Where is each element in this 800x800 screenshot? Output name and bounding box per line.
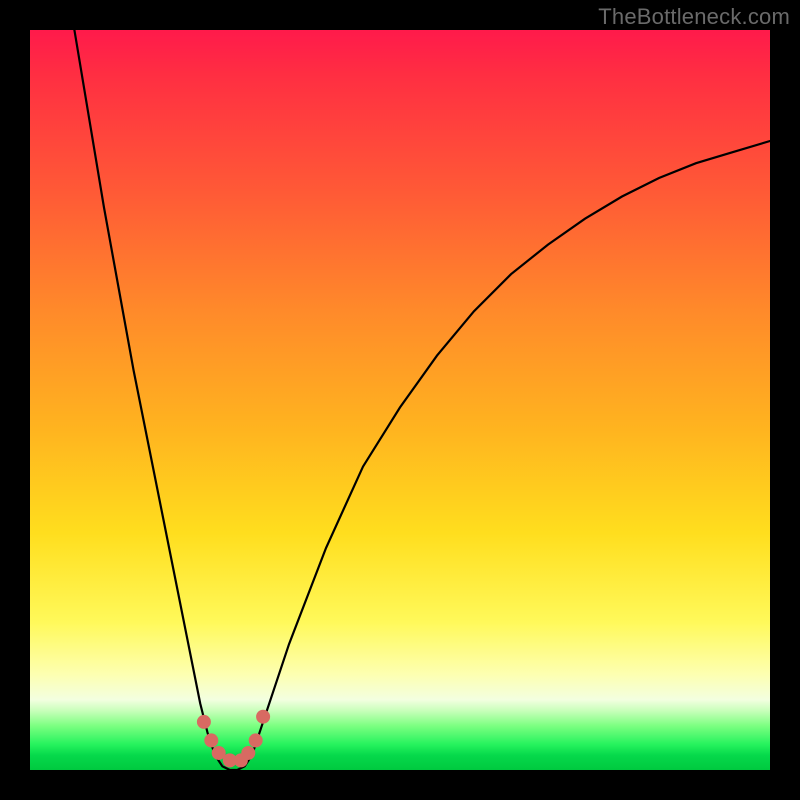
- curve-left-branch: [74, 30, 215, 755]
- plot-area: [30, 30, 770, 770]
- valley-markers: [197, 710, 270, 768]
- watermark-text: TheBottleneck.com: [598, 4, 790, 30]
- curve-layer: [30, 30, 770, 770]
- valley-marker: [241, 746, 255, 760]
- valley-marker: [256, 710, 270, 724]
- valley-marker: [204, 733, 218, 747]
- chart-frame: TheBottleneck.com: [0, 0, 800, 800]
- valley-marker: [197, 715, 211, 729]
- curve-right-branch: [252, 141, 770, 755]
- valley-marker: [249, 733, 263, 747]
